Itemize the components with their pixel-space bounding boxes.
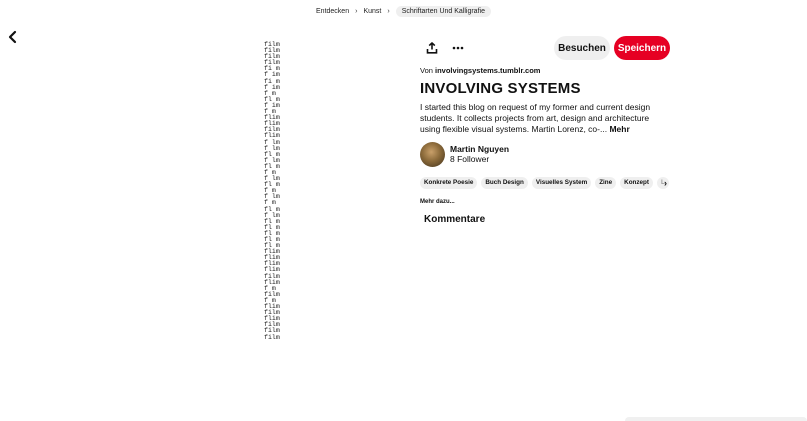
tag-chip[interactable]: Konkrete Poesie [420,177,478,189]
avatar[interactable] [420,141,445,167]
tag-chip[interactable]: Buch Design [481,177,528,189]
share-upload-icon [426,42,438,54]
comments-heading[interactable]: Kommentare [424,214,485,225]
pin-description: I started this blog on request of my for… [420,102,665,135]
tag-chip[interactable]: Zine [595,177,617,189]
author-row[interactable]: Martin Nguyen 8 Follower [420,141,509,167]
tag-chip[interactable]: Visuelles System [531,177,592,189]
tags-next-button[interactable]: › [664,178,667,188]
author-followers: 8 Follower [450,154,490,164]
action-bar: Besuchen Speichern [420,36,670,60]
more-ideas-link[interactable]: Mehr dazu... [420,199,455,205]
tag-chip[interactable]: Konzept [620,177,653,189]
breadcrumb: Entdecken › Kunst › Schriftarten Und Kal… [0,6,807,17]
back-button[interactable] [6,30,20,44]
poem-line: film [264,333,280,341]
source-link[interactable]: involvingsystems.tumblr.com [435,66,540,75]
save-button[interactable]: Speichern [614,36,670,60]
chevron-right-icon: › [387,8,390,15]
description-more-link[interactable]: Mehr [609,124,629,134]
pin-source: Von involvingsystems.tumblr.com [420,66,540,75]
chevron-right-icon: › [355,8,358,15]
author-name[interactable]: Martin Nguyen [450,144,509,154]
more-options-button[interactable] [450,40,466,56]
chevron-right-icon: › [664,178,667,188]
breadcrumb-item-entdecken[interactable]: Entdecken [316,8,349,15]
breadcrumb-item-kunst[interactable]: Kunst [363,8,381,15]
tag-chip[interactable]: L [657,177,669,189]
pin-title: INVOLVING SYSTEMS [420,80,581,97]
source-prefix: Von [420,66,436,75]
visit-button[interactable]: Besuchen [554,36,610,60]
chevron-left-icon [8,30,17,44]
tag-list: Konkrete Poesie Buch Design Visuelles Sy… [420,177,670,189]
more-horizontal-icon [452,46,464,50]
share-button[interactable] [424,40,440,56]
bottom-card [625,417,807,421]
author-info: Martin Nguyen 8 Follower [450,144,509,164]
pin-image-text: film film film film fi mf im fi mf im f m fl mf… [264,41,280,341]
breadcrumb-item-current[interactable]: Schriftarten Und Kalligrafie [395,6,491,17]
pin-image[interactable] [180,38,380,410]
